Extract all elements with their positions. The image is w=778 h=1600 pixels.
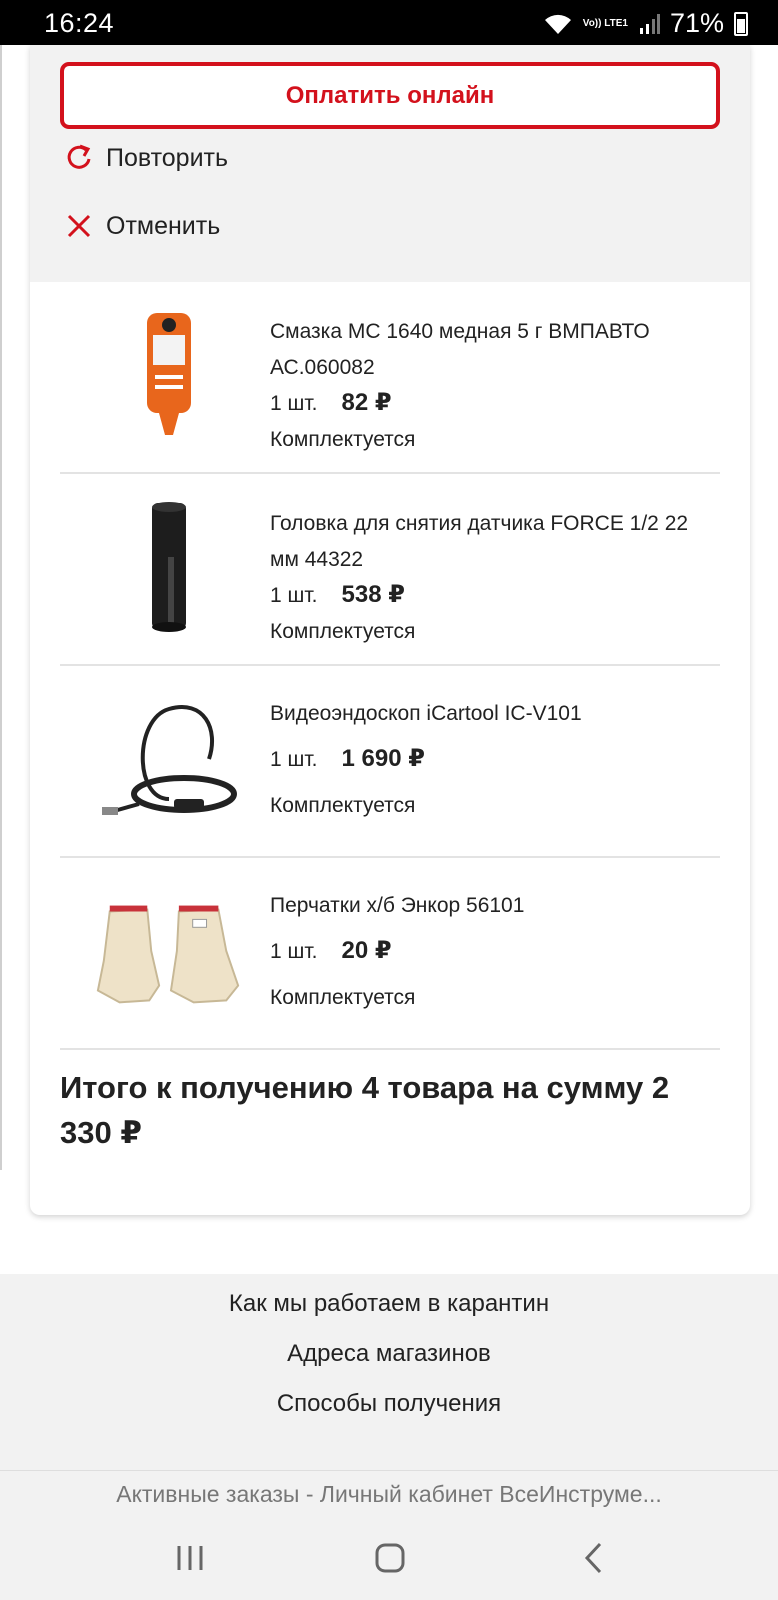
item-qty-row: 1 шт. 82 ₽ [270, 386, 710, 422]
repeat-icon [67, 144, 91, 169]
page-edge-line [0, 45, 2, 1170]
order-items-list: Смазка МС 1640 медная 5 г ВМПАВТО АС.060… [60, 282, 720, 1050]
order-item: Головка для снятия датчика FORCE 1/2 22 … [60, 474, 720, 666]
order-item: Видеоэндоскоп iCartool IC-V101 1 шт. 1 6… [60, 666, 720, 858]
cancel-label: Отменить [106, 211, 221, 240]
item-quantity: 1 шт. [270, 940, 318, 963]
product-image-endoscope[interactable] [90, 684, 248, 834]
order-actions-panel: Оплатить онлайн Повторить Отменить [30, 45, 750, 282]
item-info: Перчатки х/б Энкор 56101 1 шт. 20 ₽ Комп… [270, 888, 710, 1016]
product-image-gloves[interactable] [90, 876, 248, 1026]
item-name[interactable]: Смазка МС 1640 медная 5 г ВМПАВТО АС.060… [270, 314, 710, 386]
order-card: Оплатить онлайн Повторить Отменить Смазк… [30, 45, 750, 1215]
signal-icon [639, 13, 660, 34]
repeat-label: Повторить [106, 143, 229, 172]
order-total: Итого к получению 4 товара на сумму 2 33… [60, 1070, 670, 1150]
back-button[interactable] [564, 1536, 624, 1580]
status-time: 16:24 [44, 8, 115, 38]
pay-online-button[interactable]: Оплатить онлайн [60, 62, 720, 129]
footer-link-delivery[interactable]: Способы получения [0, 1390, 778, 1418]
item-price: 20 ₽ [341, 937, 392, 964]
gloves-image [96, 905, 240, 1004]
browser-title-bar: Активные заказы - Личный кабинет ВсеИнст… [0, 1470, 778, 1518]
back-icon [584, 1542, 602, 1574]
status-icons: Vo)) LTE1 71% [543, 8, 748, 39]
battery-percent: 71% [669, 8, 724, 38]
item-status: Комплектуется [270, 428, 416, 451]
system-nav-bar [0, 1518, 778, 1600]
item-name[interactable]: Видеоэндоскоп iCartool IC-V101 [270, 696, 710, 732]
close-icon [67, 214, 91, 238]
item-qty-row: 1 шт. 1 690 ₽ [270, 742, 710, 778]
network-label: Vo)) LTE1 [582, 18, 628, 29]
item-qty-row: 1 шт. 538 ₽ [270, 578, 710, 614]
product-image-socket[interactable] [90, 492, 248, 642]
status-bar: 16:24 Vo)) LTE1 71% [0, 0, 778, 45]
item-status: Комплектуется [270, 794, 416, 817]
order-item: Смазка МС 1640 медная 5 г ВМПАВТО АС.060… [60, 282, 720, 474]
item-status: Комплектуется [270, 986, 416, 1009]
wifi-icon [544, 14, 571, 34]
item-quantity: 1 шт. [270, 392, 318, 415]
endoscope-image [102, 705, 237, 815]
browser-page-title: Активные заказы - Личный кабинет ВсеИнст… [116, 1481, 662, 1507]
item-price: 538 ₽ [341, 581, 405, 608]
item-info: Головка для снятия датчика FORCE 1/2 22 … [270, 506, 710, 650]
item-info: Видеоэндоскоп iCartool IC-V101 1 шт. 1 6… [270, 696, 710, 824]
item-price: 82 ₽ [341, 389, 392, 416]
item-quantity: 1 шт. [270, 748, 318, 771]
recent-apps-button[interactable] [160, 1536, 220, 1580]
item-name[interactable]: Головка для снятия датчика FORCE 1/2 22 … [270, 506, 710, 578]
item-price: 1 690 ₽ [341, 745, 425, 772]
home-icon [375, 1543, 405, 1573]
grease-tube-image [147, 313, 191, 435]
repeat-order-button[interactable]: Повторить [64, 143, 228, 173]
item-qty-row: 1 шт. 20 ₽ [270, 934, 710, 970]
footer-link-quarantine[interactable]: Как мы работаем в карантин [0, 1290, 778, 1318]
order-item: Перчатки х/б Энкор 56101 1 шт. 20 ₽ Комп… [60, 858, 720, 1050]
socket-image [152, 502, 186, 632]
item-status: Комплектуется [270, 620, 416, 643]
cancel-order-button[interactable]: Отменить [64, 211, 220, 241]
item-name[interactable]: Перчатки х/б Энкор 56101 [270, 888, 710, 924]
item-info: Смазка МС 1640 медная 5 г ВМПАВТО АС.060… [270, 314, 710, 458]
site-footer: Как мы работаем в карантин Адреса магази… [0, 1274, 778, 1470]
item-quantity: 1 шт. [270, 584, 318, 607]
footer-link-stores[interactable]: Адреса магазинов [0, 1340, 778, 1368]
product-image-grease[interactable] [90, 300, 248, 450]
battery-icon [734, 11, 748, 36]
recent-apps-icon [177, 1546, 203, 1570]
home-button[interactable] [360, 1536, 420, 1580]
